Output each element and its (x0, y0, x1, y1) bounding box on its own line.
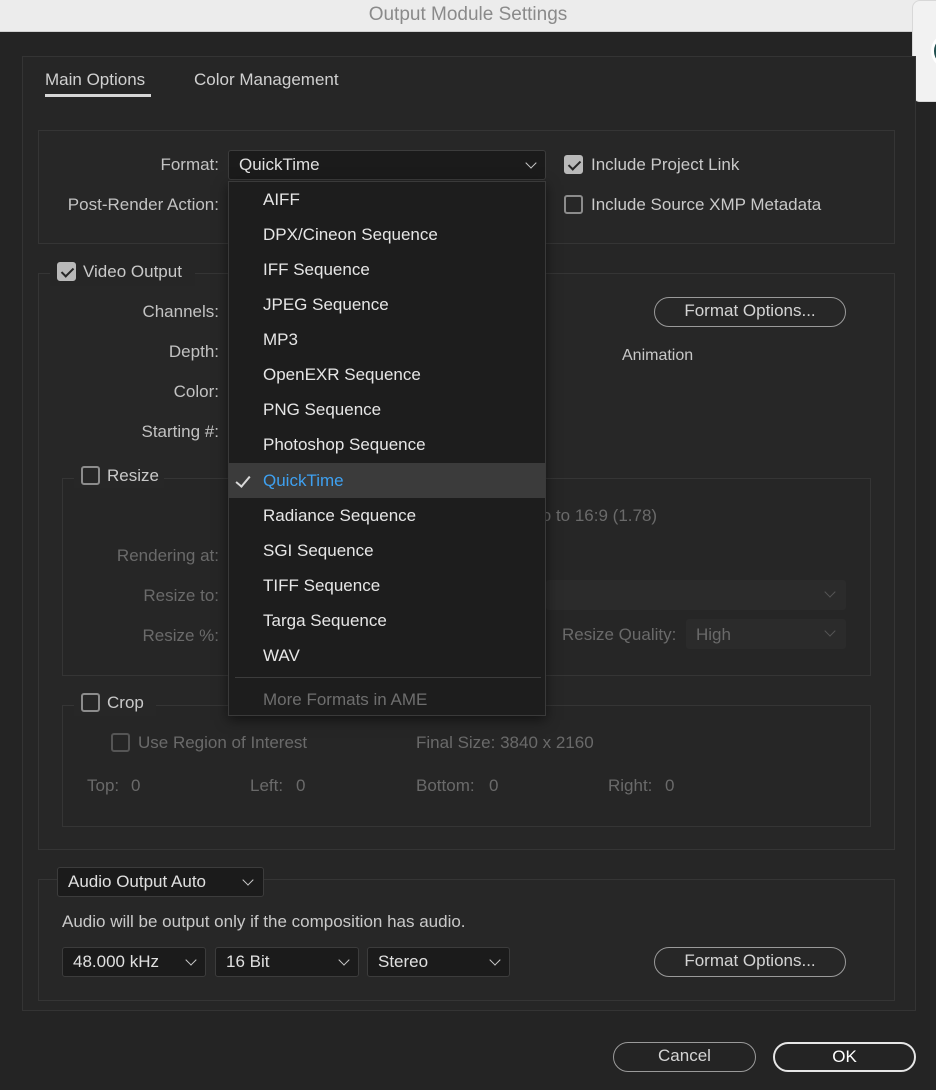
crop-left-label: Left: (250, 776, 284, 795)
roi-label: Use Region of Interest (138, 733, 308, 752)
crop-right-label: Right: (608, 776, 653, 795)
menu-item-label: PNG Sequence (263, 400, 382, 419)
menu-separator (235, 677, 541, 678)
chevron-down-icon (185, 954, 197, 966)
rendering-at-label: Rendering at: (116, 546, 219, 565)
menu-item-png[interactable]: PNG Sequence (229, 392, 545, 427)
audio-output-value: Audio Output Auto (68, 872, 206, 891)
crop-left-value: 0 (296, 776, 306, 795)
audio-rate-select[interactable]: 48.000 kHz (62, 947, 206, 977)
depth-label: Depth: (168, 342, 219, 361)
format-select-value: QuickTime (239, 155, 320, 174)
post-render-label: Post-Render Action: (67, 195, 219, 214)
menu-item-label: SGI Sequence (263, 541, 374, 560)
menu-item-label: Photoshop Sequence (263, 435, 426, 454)
menu-item-jpeg[interactable]: JPEG Sequence (229, 287, 545, 322)
video-output-checkbox[interactable] (57, 262, 76, 281)
chevron-down-icon (489, 954, 501, 966)
menu-item-quicktime[interactable]: QuickTime (229, 463, 545, 498)
format-select[interactable]: QuickTime (228, 150, 546, 180)
menu-item-more-formats: More Formats in AME (229, 682, 545, 717)
menu-item-photoshop[interactable]: Photoshop Sequence (229, 427, 545, 462)
crop-panel (62, 705, 871, 827)
aspect-ratio-text: io to 16:9 (1.78) (538, 506, 658, 525)
final-size-text: Final Size: 3840 x 2160 (416, 733, 594, 752)
menu-item-tiff[interactable]: TIFF Sequence (229, 568, 545, 603)
roi-checkbox (111, 733, 130, 752)
menu-item-iff[interactable]: IFF Sequence (229, 252, 545, 287)
menu-item-mp3[interactable]: MP3 (229, 322, 545, 357)
color-label: Color: (173, 382, 219, 401)
menu-item-wav[interactable]: WAV (229, 638, 545, 673)
checkmark-icon (235, 472, 251, 488)
menu-item-radiance[interactable]: Radiance Sequence (229, 498, 545, 533)
audio-channels-value: Stereo (378, 952, 429, 971)
crop-checkbox[interactable] (81, 693, 100, 712)
menu-item-aiff[interactable]: AIFF (229, 182, 545, 217)
resize-percent-label: Resize %: (142, 626, 219, 645)
menu-item-dpx[interactable]: DPX/Cineon Sequence (229, 217, 545, 252)
cancel-button[interactable]: Cancel (613, 1042, 756, 1072)
title-bar: Output Module Settings (0, 0, 936, 32)
crop-bottom-value: 0 (489, 776, 499, 795)
chevron-down-icon (338, 954, 350, 966)
menu-item-label: IFF Sequence (263, 260, 370, 279)
tab-main-options[interactable]: Main Options (45, 70, 145, 90)
resize-checkbox[interactable] (81, 466, 100, 485)
resize-to-label: Resize to: (143, 586, 219, 605)
include-xmp-checkbox[interactable] (564, 195, 583, 214)
resize-quality-select: High (686, 619, 846, 649)
audio-bits-value: 16 Bit (226, 952, 270, 971)
format-dropdown-menu: AIFF DPX/Cineon Sequence IFF Sequence JP… (228, 181, 546, 716)
menu-item-label: More Formats in AME (263, 690, 428, 709)
starting-number-label: Starting #: (141, 422, 220, 441)
ok-button[interactable]: OK (773, 1042, 916, 1072)
chevron-down-icon (525, 157, 537, 169)
chevron-down-icon (824, 625, 836, 637)
crop-label: Crop (107, 693, 144, 712)
video-format-options-button[interactable]: Format Options... (654, 297, 846, 327)
active-tab-indicator (45, 94, 151, 97)
menu-item-label: JPEG Sequence (263, 295, 389, 314)
include-project-link-checkbox[interactable] (564, 155, 583, 174)
audio-format-options-button[interactable]: Format Options... (654, 947, 846, 977)
include-project-link-label: Include Project Link (591, 155, 740, 174)
menu-item-label: QuickTime (263, 471, 344, 490)
menu-item-label: DPX/Cineon Sequence (263, 225, 438, 244)
menu-item-openexr[interactable]: OpenEXR Sequence (229, 357, 545, 392)
audio-bits-select[interactable]: 16 Bit (215, 947, 359, 977)
format-label: Format: (160, 155, 219, 174)
chevron-down-icon (824, 586, 836, 598)
video-output-label: Video Output (83, 262, 182, 281)
chevron-down-icon (242, 874, 254, 886)
resize-label: Resize (107, 466, 159, 485)
resize-to-select (546, 580, 846, 610)
menu-item-sgi[interactable]: SGI Sequence (229, 533, 545, 568)
menu-item-label: TIFF Sequence (263, 576, 381, 595)
window-title: Output Module Settings (368, 4, 568, 25)
crop-top-value: 0 (131, 776, 141, 795)
channels-label: Channels: (142, 302, 219, 321)
audio-note: Audio will be output only if the composi… (62, 912, 466, 931)
crop-right-value: 0 (665, 776, 675, 795)
audio-panel (38, 879, 895, 1001)
menu-item-label: OpenEXR Sequence (263, 365, 421, 384)
menu-item-label: Radiance Sequence (263, 506, 417, 525)
menu-item-label: MP3 (263, 330, 298, 349)
audio-channels-select[interactable]: Stereo (367, 947, 510, 977)
audio-rate-value: 48.000 kHz (73, 952, 159, 971)
menu-item-label: AIFF (263, 190, 300, 209)
resize-quality-value: High (696, 625, 731, 644)
menu-item-label: WAV (263, 646, 300, 665)
menu-item-label: Targa Sequence (263, 611, 387, 630)
codec-text: Animation (622, 347, 694, 364)
crop-bottom-label: Bottom: (416, 776, 475, 795)
app-badge-icon (931, 33, 936, 69)
audio-output-select[interactable]: Audio Output Auto (57, 867, 264, 897)
crop-top-label: Top: (87, 776, 120, 795)
menu-item-targa[interactable]: Targa Sequence (229, 603, 545, 638)
tab-color-management[interactable]: Color Management (194, 70, 339, 90)
resize-quality-label: Resize Quality: (562, 625, 677, 644)
include-xmp-label: Include Source XMP Metadata (591, 195, 822, 214)
